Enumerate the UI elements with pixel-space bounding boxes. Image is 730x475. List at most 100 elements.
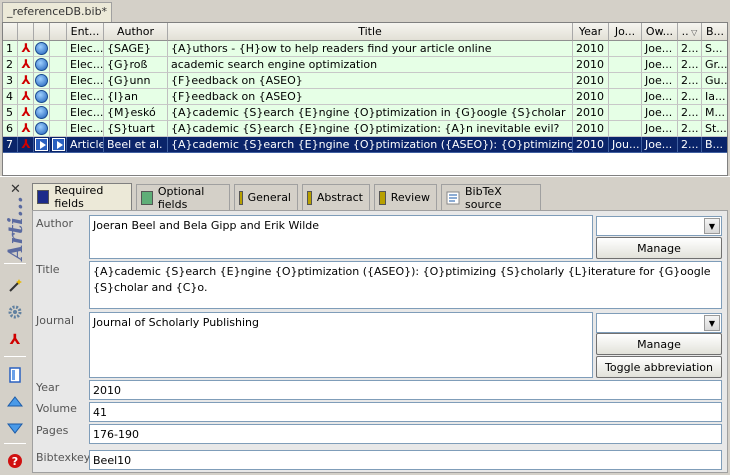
table-row[interactable]: 3 ⅄ Elec... {G}unn {F}eedback on {ASEO} 2010 J… <box>3 73 727 89</box>
col-header-index[interactable] <box>3 23 18 41</box>
pdf-icon[interactable]: ⅄ <box>5 330 25 350</box>
title-cell: {F}eedback on {ASEO} <box>168 73 573 89</box>
col-header-journal[interactable]: Jo... <box>609 23 642 41</box>
tab-optional-fields[interactable]: Optional fields <box>136 184 230 211</box>
pdf-icon[interactable]: ⅄ <box>20 58 32 71</box>
entrytype-cell: Elec... <box>67 89 104 105</box>
b-cell: Ia... <box>702 89 727 105</box>
pdf-icon[interactable]: ⅄ <box>20 90 32 103</box>
pdf-icon[interactable]: ⅄ <box>20 42 32 55</box>
url-icon[interactable] <box>35 90 48 103</box>
url-icon[interactable] <box>35 106 48 119</box>
row-number: 5 <box>3 105 18 121</box>
review-icon <box>379 190 386 205</box>
file-tab[interactable]: _referenceDB.bib* <box>2 2 113 22</box>
journal-field[interactable]: Journal of Scholarly Publishing <box>89 312 593 378</box>
pages-field[interactable]: 176-190 <box>89 424 722 444</box>
title-cell: {F}eedback on {ASEO} <box>168 89 573 105</box>
doi-icon[interactable] <box>35 138 48 151</box>
chevron-down-icon[interactable]: ▼ <box>704 315 720 331</box>
extra-cell <box>50 89 67 105</box>
col-header-pdf[interactable] <box>18 23 34 41</box>
table-row[interactable]: 2 ⅄ Elec... {G}roß academic search engine op… <box>3 57 727 73</box>
col-header-owner[interactable]: Ow... <box>642 23 678 41</box>
tab-general[interactable]: General <box>234 184 298 210</box>
gear-icon[interactable] <box>5 302 25 322</box>
volume-field[interactable]: 41 <box>89 402 722 422</box>
table-row[interactable]: 5 ⅄ Elec... {M}eskó {A}cademic {S}earch {E}n… <box>3 105 727 121</box>
year-field[interactable]: 2010 <box>89 380 722 400</box>
help-icon[interactable]: ? <box>5 451 25 471</box>
url-icon[interactable] <box>35 122 48 135</box>
col-header-author[interactable]: Author <box>104 23 168 41</box>
col-header-b[interactable]: B... <box>702 23 727 41</box>
col-header-url[interactable] <box>34 23 50 41</box>
year-label: Year <box>36 381 60 394</box>
table-row[interactable]: 4 ⅄ Elec... {I}an {F}eedback on {ASEO} 2010 Jo… <box>3 89 727 105</box>
author-field[interactable]: Joeran Beel and Bela Gipp and Erik Wilde <box>89 215 593 259</box>
magic-wand-icon[interactable] <box>5 276 25 296</box>
arrow-down-icon[interactable] <box>5 418 25 438</box>
journal-cell <box>609 105 642 121</box>
title-field[interactable]: {A}cademic {S}earch {E}ngine {O}ptimizat… <box>89 261 722 309</box>
author-content-selector[interactable]: ▼ <box>596 216 722 236</box>
copy-icon[interactable] <box>5 365 25 385</box>
pdf-icon[interactable]: ⅄ <box>20 138 32 151</box>
bibtexkey-field[interactable]: Beel10 <box>89 450 722 470</box>
toolbar-separator <box>4 263 26 264</box>
entrytype-cell: Elec... <box>67 73 104 89</box>
row-number: 3 <box>3 73 18 89</box>
extra-cell <box>50 41 67 57</box>
splitter[interactable] <box>0 176 730 180</box>
tab-review[interactable]: Review <box>374 184 437 210</box>
b-cell: Gr... <box>702 57 727 73</box>
col-header-sort[interactable]: .. ▽ <box>678 23 702 41</box>
tab-abstract[interactable]: Abstract <box>302 184 370 210</box>
entry-table: Ent... Author Title Year Jo... Ow... .. … <box>2 22 728 176</box>
volume-label: Volume <box>36 402 77 415</box>
col-header-year[interactable]: Year <box>573 23 609 41</box>
journal-cell: Jou... <box>609 137 642 153</box>
timestamp-cell: 2... <box>678 57 702 73</box>
journal-manage-button[interactable]: Manage <box>596 333 722 355</box>
pdf-icon[interactable]: ⅄ <box>20 106 32 119</box>
chevron-down-icon[interactable]: ▼ <box>704 218 720 234</box>
b-cell: S... <box>702 41 727 57</box>
row-number: 1 <box>3 41 18 57</box>
pdf-cell: ⅄ <box>18 41 34 57</box>
url-icon[interactable] <box>35 74 48 87</box>
year-cell: 2010 <box>573 57 609 73</box>
timestamp-cell: 2... <box>678 105 702 121</box>
play-icon[interactable] <box>52 138 65 151</box>
col-header-entrytype[interactable]: Ent... <box>67 23 104 41</box>
entrytype-cell: Article <box>67 137 104 153</box>
abstract-icon <box>307 190 312 205</box>
tab-required-fields[interactable]: Required fields <box>32 183 132 210</box>
extra-cell <box>50 105 67 121</box>
journal-cell <box>609 121 642 137</box>
url-icon[interactable] <box>35 42 48 55</box>
owner-cell: Joe... <box>642 57 678 73</box>
year-cell: 2010 <box>573 121 609 137</box>
row-number: 7 <box>3 137 18 153</box>
url-icon[interactable] <box>35 58 48 71</box>
arrow-up-icon[interactable] <box>5 392 25 412</box>
tab-bibtex-source[interactable]: BibTeX source <box>441 184 541 211</box>
toggle-abbreviation-button[interactable]: Toggle abbreviation <box>596 356 722 378</box>
col-header-extra[interactable] <box>50 23 67 41</box>
table-row[interactable]: 6 ⅄ Elec... {S}tuart {A}cademic {S}earch {E}… <box>3 121 727 137</box>
pdf-icon[interactable]: ⅄ <box>20 122 32 135</box>
table-row[interactable]: 1 ⅄ Elec... {SAGE} {A}uthors - {H}ow to help… <box>3 41 727 57</box>
owner-cell: Joe... <box>642 89 678 105</box>
close-icon[interactable]: ✕ <box>10 182 21 197</box>
journal-label: Journal <box>36 314 75 327</box>
table-row[interactable]: 7 ⅄ Article Beel et al. {A}cademic {S}earch … <box>3 137 727 153</box>
author-cell: {SAGE} <box>104 41 168 57</box>
svg-text:?: ? <box>12 455 18 468</box>
journal-content-selector[interactable]: ▼ <box>596 313 722 333</box>
pdf-cell: ⅄ <box>18 89 34 105</box>
col-header-title[interactable]: Title <box>168 23 573 41</box>
pdf-icon[interactable]: ⅄ <box>20 74 32 87</box>
owner-cell: Joe... <box>642 137 678 153</box>
author-manage-button[interactable]: Manage <box>596 237 722 259</box>
